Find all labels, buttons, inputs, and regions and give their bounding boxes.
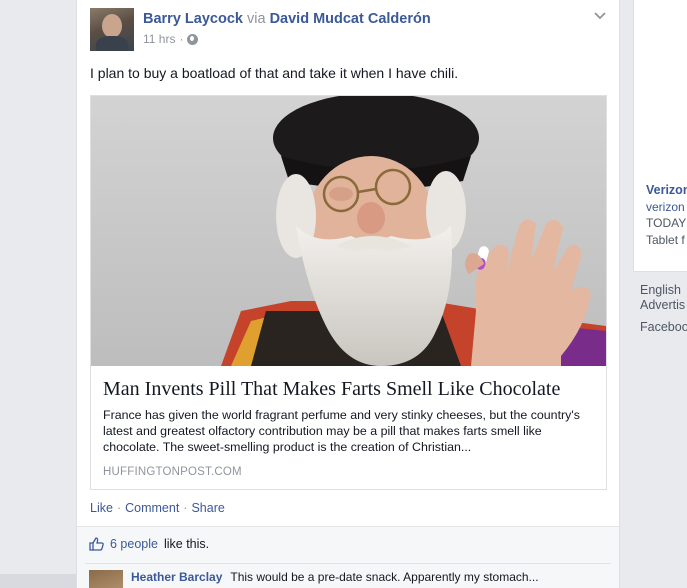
- action-separator: ·: [116, 501, 122, 515]
- comment-button[interactable]: Comment: [125, 501, 179, 515]
- facebook-link[interactable]: Faceboo: [640, 320, 687, 335]
- thumbs-up-icon: [89, 537, 104, 551]
- likes-suffix: like this.: [163, 537, 210, 551]
- link-share-box[interactable]: Man Invents Pill That Makes Farts Smell …: [90, 95, 607, 490]
- share-image[interactable]: [91, 96, 606, 366]
- meta-separator: ·: [179, 32, 184, 46]
- post-header: Barry Laycock via David Mudcat Calderón: [143, 11, 431, 27]
- ad-text-line: Tablet f: [646, 233, 685, 247]
- sponsored-ad[interactable]: Verizon verizon TODAY Tablet f: [633, 0, 687, 272]
- bottom-bar: [0, 574, 76, 588]
- share-source: HUFFINGTONPOST.COM: [103, 466, 242, 478]
- chevron-down-icon[interactable]: [593, 9, 607, 23]
- comment-text: This would be a pre-date snack. Apparent…: [230, 570, 539, 584]
- author-name-link[interactable]: Barry Laycock: [143, 11, 243, 27]
- globe-icon[interactable]: [187, 33, 199, 45]
- like-button[interactable]: Like: [90, 501, 113, 515]
- feedback-section: 6 people like this. Heather Barclay This…: [77, 527, 619, 588]
- commenter-avatar[interactable]: [89, 570, 123, 588]
- advertising-link[interactable]: Advertis: [640, 298, 687, 313]
- action-separator: ·: [183, 501, 188, 515]
- author-avatar[interactable]: [90, 8, 134, 51]
- share-button[interactable]: Share: [191, 501, 224, 515]
- ad-title-link[interactable]: Verizon: [646, 183, 687, 197]
- via-label: via: [246, 11, 266, 27]
- ad-text-line: TODAY: [646, 216, 687, 230]
- post-message: I plan to buy a boatload of that and tak…: [90, 65, 459, 81]
- post-meta: 11 hrs ·: [143, 32, 199, 46]
- post-actions: Like · Comment · Share: [90, 501, 225, 515]
- share-title-link[interactable]: Man Invents Pill That Makes Farts Smell …: [103, 378, 598, 401]
- ad-domain-link[interactable]: verizon: [646, 200, 685, 214]
- via-author-link[interactable]: David Mudcat Calderón: [270, 11, 431, 27]
- likes-count-link[interactable]: 6 people: [110, 537, 158, 551]
- news-feed-post: Barry Laycock via David Mudcat Calderón …: [76, 0, 620, 588]
- feedback-divider: [85, 563, 611, 564]
- comment: Heather Barclay This would be a pre-date…: [89, 570, 539, 588]
- comment-author-link[interactable]: Heather Barclay: [131, 570, 222, 588]
- likes-summary: 6 people like this.: [89, 537, 209, 551]
- sidebar-footer: English Advertis Faceboo: [640, 283, 687, 335]
- share-description: France has given the world fragrant perf…: [103, 408, 580, 454]
- post-timestamp[interactable]: 11 hrs: [143, 32, 175, 46]
- language-link[interactable]: English: [640, 283, 687, 298]
